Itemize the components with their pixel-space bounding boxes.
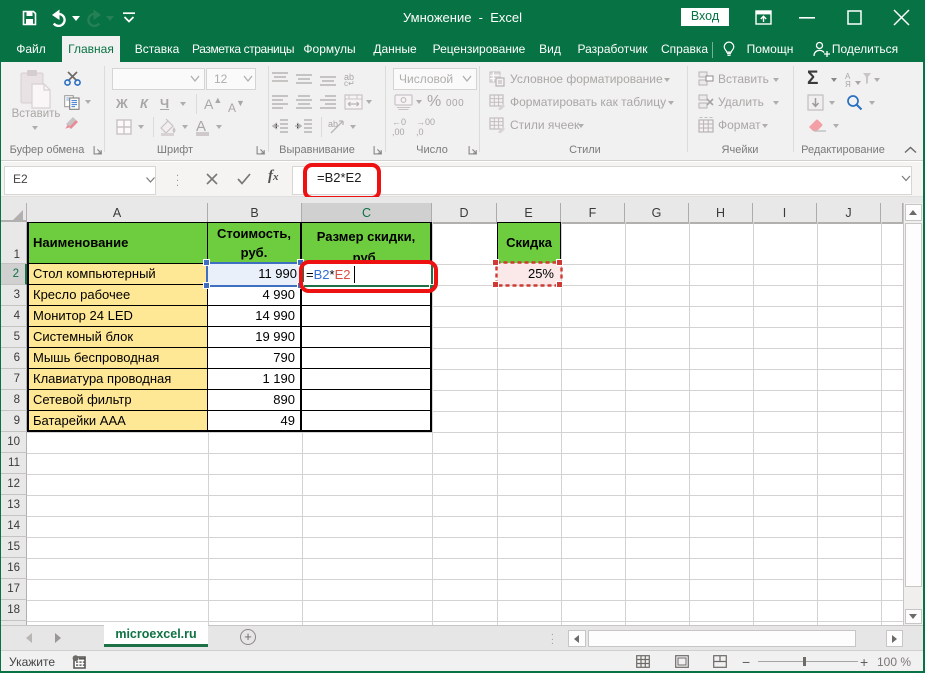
- svg-text:Я: Я: [845, 80, 851, 87]
- svg-text:c↵: c↵: [344, 79, 355, 86]
